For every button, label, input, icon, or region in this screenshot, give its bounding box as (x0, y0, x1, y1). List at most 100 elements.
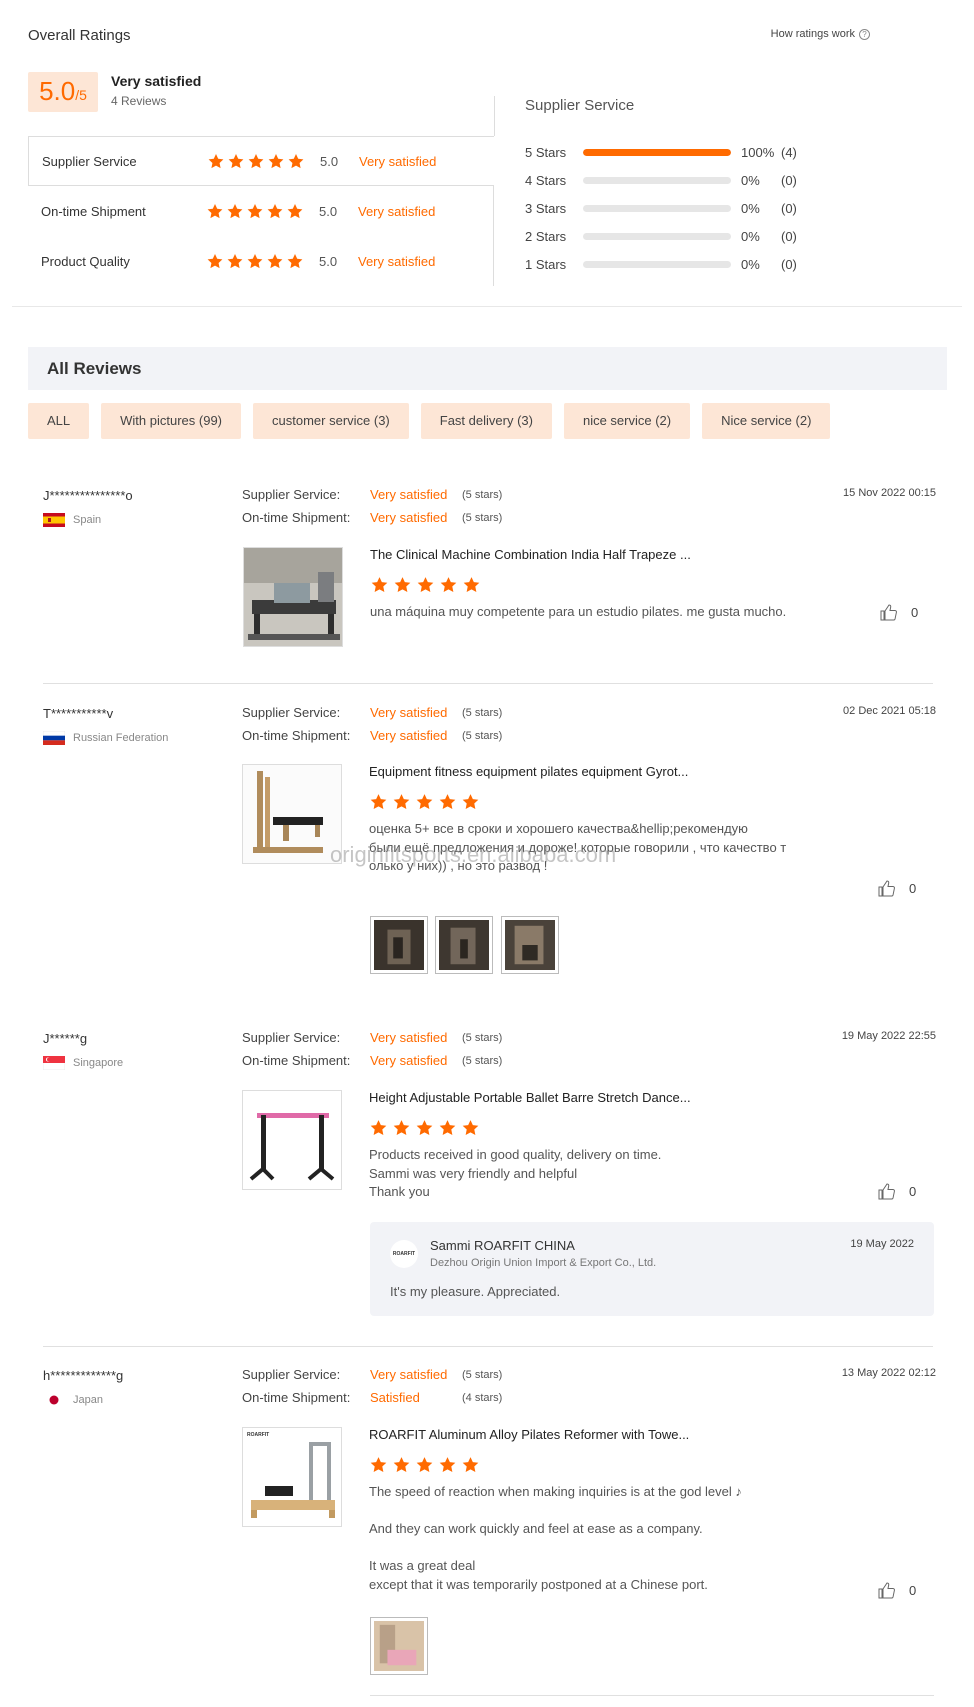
review-photo[interactable] (370, 916, 428, 974)
star-icon (462, 1457, 479, 1473)
like-button[interactable]: 0 (878, 1183, 916, 1200)
review-filter-tags: ALL With pictures (99) customer service … (28, 403, 831, 439)
supplier-service-key: Supplier Service: (242, 1030, 341, 1045)
overall-score-badge: 5.0 /5 (28, 72, 98, 112)
supplier-service-stars: (5 stars) (462, 488, 503, 501)
overall-score-max: /5 (75, 87, 87, 103)
review-photo-image (374, 1621, 424, 1671)
review-photo-image (505, 920, 555, 970)
product-thumbnail[interactable] (243, 547, 343, 647)
supplier-logo: ROARFIT (390, 1240, 418, 1268)
shipment-key: On-time Shipment: (242, 728, 351, 743)
star-icon (268, 153, 284, 168)
reviewer-name: J***************o (43, 488, 133, 503)
product-thumbnail[interactable]: ROARFIT (242, 1427, 342, 1527)
distribution-percent: 0% (741, 256, 760, 272)
review-stars (369, 1119, 480, 1137)
shipment-key: On-time Shipment: (242, 510, 351, 525)
tag-all[interactable]: ALL (28, 403, 90, 439)
category-row-on-time-shipment[interactable]: On-time Shipment 5.0 Very satisfied (28, 186, 494, 236)
shipment-value: Very satisfied (370, 510, 448, 525)
overall-review-count: 4 Reviews (111, 94, 167, 108)
distribution-row: 1 Stars 0% (0) (525, 255, 811, 273)
review-photo[interactable] (501, 916, 559, 974)
pilates-machine-image (244, 548, 342, 646)
product-title[interactable]: Height Adjustable Portable Ballet Barre … (369, 1090, 691, 1105)
like-button[interactable]: 0 (878, 880, 916, 897)
product-title[interactable]: The Clinical Machine Combination India H… (370, 547, 691, 562)
overall-score: 5.0 (39, 76, 76, 106)
star-icon (267, 253, 283, 268)
shipment-key: On-time Shipment: (242, 1053, 351, 1068)
review-photo[interactable] (435, 916, 493, 974)
supplier-service-stars: (5 stars) (462, 1368, 503, 1381)
star-icon (439, 1120, 456, 1136)
category-name: Supplier Service (42, 153, 137, 169)
singapore-flag-icon (43, 1056, 65, 1070)
tag-nice-service[interactable]: Nice service (2) (702, 403, 831, 439)
reply-author: Sammi ROARFIT CHINA (430, 1238, 575, 1253)
supplier-service-value: Very satisfied (370, 1030, 448, 1045)
shipment-stars: (5 stars) (462, 729, 503, 742)
shipment-key: On-time Shipment: (242, 1390, 351, 1405)
supplier-reply: ROARFIT Sammi ROARFIT CHINA Dezhou Origi… (370, 1222, 934, 1316)
star-icon (416, 1457, 433, 1473)
star-icon (371, 577, 388, 593)
how-ratings-work-link[interactable]: How ratings work ? (771, 28, 870, 40)
star-icon (440, 577, 457, 593)
like-button[interactable]: 0 (878, 1582, 916, 1599)
review-text: una máquina muy competente para un estud… (370, 604, 787, 619)
shipment-stars: (4 stars) (462, 1391, 503, 1404)
star-icon (370, 794, 387, 810)
star-icon (393, 1120, 410, 1136)
category-row-supplier-service[interactable]: Supplier Service 5.0 Very satisfied (28, 136, 494, 186)
reviewer-country: Russian Federation (43, 731, 168, 745)
star-icon (207, 253, 223, 268)
tag-customer-service[interactable]: customer service (3) (253, 403, 409, 439)
like-count: 0 (909, 1583, 917, 1598)
tag-with-pictures[interactable]: With pictures (99) (101, 403, 242, 439)
star-icon (416, 794, 433, 810)
category-label: Very satisfied (359, 153, 437, 169)
russia-flag-icon (43, 731, 65, 745)
review-meta: Supplier Service: Very satisfied (5 stars)… (242, 1366, 502, 1406)
distribution-label: 1 Stars (525, 256, 567, 272)
star-icon (439, 794, 456, 810)
distribution-count: (0) (781, 172, 797, 188)
supplier-service-key: Supplier Service: (242, 1367, 341, 1382)
category-value: 5.0 (319, 203, 338, 219)
review-stars (369, 793, 480, 811)
category-ratings: Supplier Service 5.0 Very satisfied On-t… (28, 136, 494, 286)
distribution-label: 3 Stars (525, 200, 567, 216)
category-value: 5.0 (319, 253, 338, 269)
ballet-barre-image (243, 1091, 341, 1189)
product-thumbnail[interactable] (242, 764, 342, 864)
shipment-value: Very satisfied (370, 728, 448, 743)
shipment-value: Satisfied (370, 1390, 420, 1405)
star-icon (370, 1457, 387, 1473)
review-photo-image (374, 920, 424, 970)
category-label: Very satisfied (358, 253, 436, 269)
star-icon (462, 794, 479, 810)
reviewer-name: h*************g (43, 1368, 124, 1383)
distribution-count: (0) (781, 200, 797, 216)
supplier-service-stars: (5 stars) (462, 706, 503, 719)
product-title[interactable]: Equipment fitness equipment pilates equi… (369, 764, 688, 779)
product-thumbnail[interactable] (242, 1090, 342, 1190)
star-icon (228, 153, 244, 168)
svg-text:ROARFIT: ROARFIT (247, 1432, 269, 1438)
like-button[interactable]: 0 (880, 604, 918, 621)
category-row-product-quality[interactable]: Product Quality 5.0 Very satisfied (28, 236, 494, 286)
distribution-row: 5 Stars 100% (4) (525, 143, 811, 161)
review-photo[interactable] (370, 1617, 428, 1675)
shipment-stars: (5 stars) (462, 511, 503, 524)
review-text: Products received in good quality, deliv… (369, 1147, 662, 1199)
review-separator (43, 1346, 933, 1347)
product-title[interactable]: ROARFIT Aluminum Alloy Pilates Reformer … (369, 1427, 689, 1442)
country-name: Singapore (73, 1057, 124, 1069)
reformer-image: ROARFIT (243, 1428, 341, 1526)
star-icon (247, 203, 263, 218)
tag-nice-service-lower[interactable]: nice service (2) (563, 403, 691, 439)
overall-label: Very satisfied (111, 73, 202, 89)
tag-fast-delivery[interactable]: Fast delivery (3) (420, 403, 552, 439)
